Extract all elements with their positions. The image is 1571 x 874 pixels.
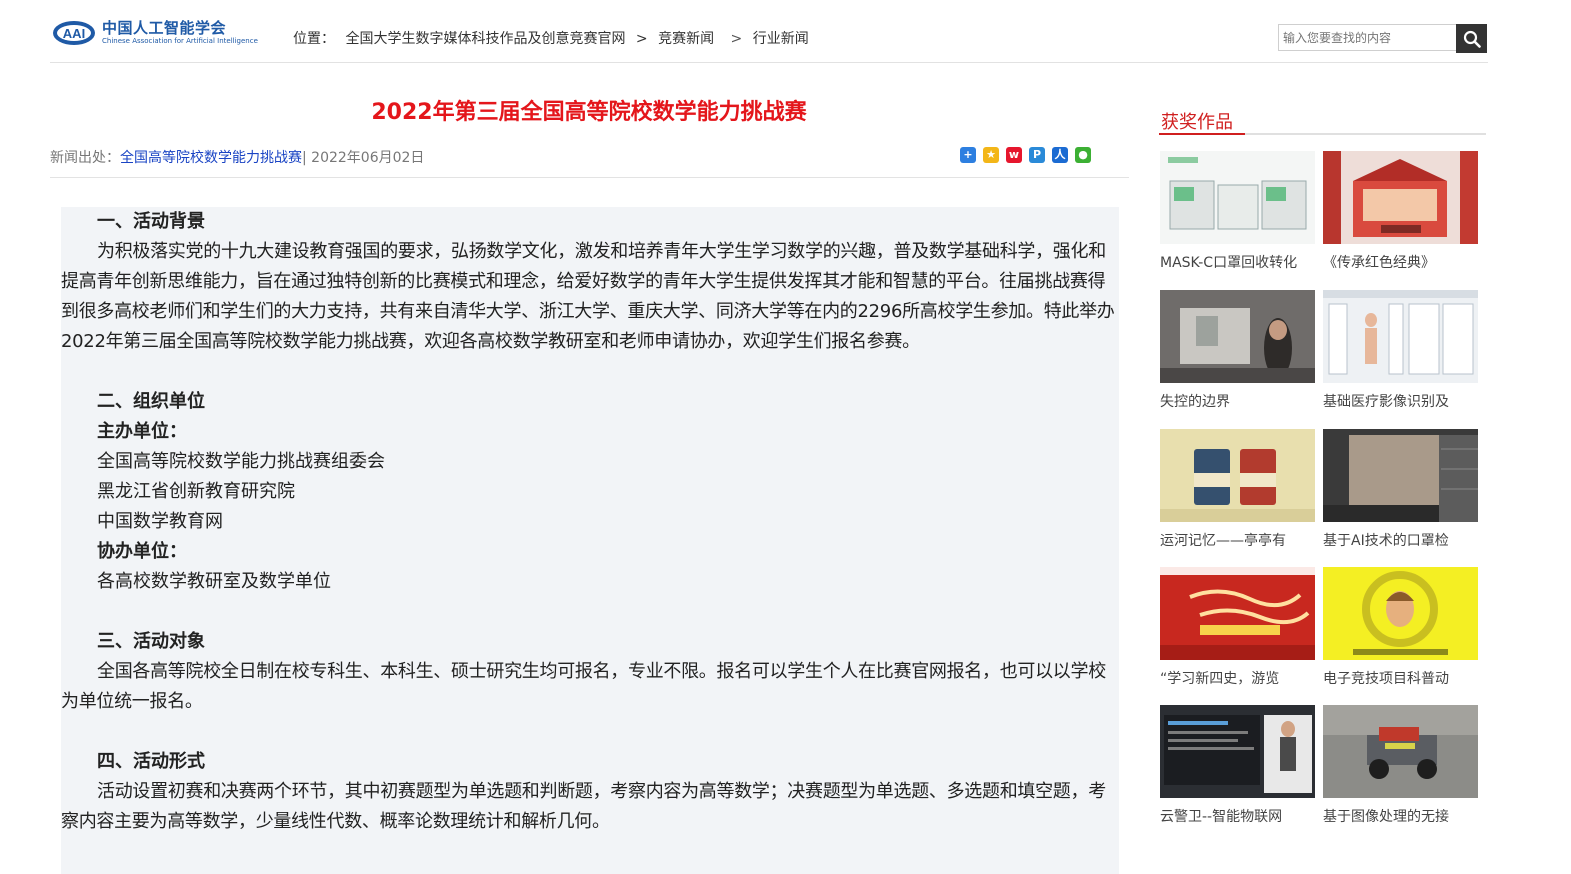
section-heading: 二、组织单位 (97, 391, 205, 412)
award-item[interactable]: 运河记忆——亭亭有 (1160, 429, 1316, 550)
breadcrumb-link-home[interactable]: 全国大学生数字媒体科技作品及创意竞赛官网 (345, 31, 625, 47)
sidebar-title: 获奖作品 (1159, 108, 1486, 135)
award-caption[interactable]: 基础医疗影像识别及 (1323, 391, 1479, 411)
qzone-icon[interactable]: ★ (983, 147, 999, 163)
host-org: 中国数学教育网 (97, 511, 223, 532)
award-caption[interactable]: 运河记忆——亭亭有 (1160, 530, 1316, 550)
logo-english-name: Chinese Association for Artificial Intel… (102, 37, 258, 45)
source-link[interactable]: 全国高等院校数学能力挑战赛 (120, 150, 302, 166)
breadcrumb-link-industry[interactable]: 行业新闻 (753, 31, 809, 47)
award-thumbnail[interactable] (1323, 567, 1478, 660)
award-thumbnail[interactable] (1323, 290, 1478, 383)
wechat-icon[interactable]: ● (1075, 147, 1091, 163)
award-thumbnail[interactable] (1160, 151, 1315, 244)
weibo-icon[interactable]: w (1006, 147, 1022, 163)
award-item[interactable]: MASK-C口罩回收转化 (1160, 151, 1316, 272)
caai-logo-icon: AAI (53, 21, 95, 45)
svg-text:AAI: AAI (63, 26, 85, 41)
award-item[interactable]: 云警卫--智能物联网 (1160, 705, 1316, 826)
award-item[interactable]: 失控的边界 (1160, 290, 1316, 411)
co-host-org: 各高校数学教研室及数学单位 (97, 571, 331, 592)
award-thumbnail[interactable] (1323, 705, 1478, 798)
source-label: 新闻出处： (50, 150, 120, 166)
award-thumbnail[interactable] (1323, 151, 1478, 244)
award-caption[interactable]: MASK-C口罩回收转化 (1160, 252, 1316, 272)
award-caption[interactable]: 《传承红色经典》 (1323, 252, 1479, 272)
award-caption[interactable]: “学习新四史，游览 (1160, 668, 1316, 688)
section-heading: 一、活动背景 (97, 211, 205, 232)
pinterest-icon[interactable]: P (1029, 147, 1045, 163)
section-heading: 三、活动对象 (97, 631, 205, 652)
breadcrumb-separator: > (730, 31, 743, 47)
breadcrumb: 位置： 全国大学生数字媒体科技作品及创意竞赛官网 > 竞赛新闻 > 行业新闻 (293, 28, 815, 48)
publish-date: | 2022年06月02日 (302, 150, 425, 166)
search-input[interactable] (1278, 24, 1456, 51)
section-paragraph: 全国各高等院校全日制在校专科生、本科生、硕士研究生均可报名，专业不限。报名可以学… (61, 661, 1106, 712)
sidebar-title-text: 获奖作品 (1159, 108, 1245, 135)
breadcrumb-separator: > (635, 31, 648, 47)
award-caption[interactable]: 电子竞技项目科普动 (1323, 668, 1479, 688)
co-host-label: 协办单位： (97, 541, 187, 562)
award-thumbnail[interactable] (1160, 705, 1315, 798)
award-item[interactable]: 电子竞技项目科普动 (1323, 567, 1479, 688)
search-icon (1463, 30, 1481, 48)
breadcrumb-label: 位置： (293, 31, 335, 47)
award-item[interactable]: 基础医疗影像识别及 (1323, 290, 1479, 411)
award-caption[interactable]: 失控的边界 (1160, 391, 1316, 411)
award-item[interactable]: 基于AI技术的口罩检 (1323, 429, 1479, 550)
award-caption[interactable]: 云警卫--智能物联网 (1160, 806, 1316, 826)
search-button[interactable] (1456, 24, 1487, 53)
share-bar: + ★ w P 人 ● (960, 147, 1091, 163)
host-org: 黑龙江省创新教育研究院 (97, 481, 295, 502)
article-meta: 新闻出处：全国高等院校数学能力挑战赛| 2022年06月02日 + ★ w P … (50, 147, 1129, 178)
article-body: 一、活动背景 为积极落实党的十九大建设教育强国的要求，弘扬数学文化，激发和培养青… (61, 207, 1119, 874)
award-thumbnail[interactable] (1160, 429, 1315, 522)
award-item[interactable]: 基于图像处理的无接 (1323, 705, 1479, 826)
article-title: 2022年第三届全国高等院校数学能力挑战赛 (371, 100, 807, 125)
host-label: 主办单位： (97, 421, 187, 442)
section-paragraph: 活动设置初赛和决赛两个环节，其中初赛题型为单选题和判断题，考察内容为高等数学；决… (61, 781, 1106, 832)
section-heading: 四、活动形式 (97, 751, 205, 772)
caai-logo[interactable]: AAI 中国人工智能学会 Chinese Association for Art… (52, 19, 258, 47)
award-item[interactable]: 《传承红色经典》 (1323, 151, 1479, 272)
section-paragraph: 为积极落实党的十九大建设教育强国的要求，弘扬数学文化，激发和培养青年大学生学习数… (61, 241, 1115, 352)
renren-icon[interactable]: 人 (1052, 147, 1068, 163)
award-caption[interactable]: 基于AI技术的口罩检 (1323, 530, 1479, 550)
award-thumbnail[interactable] (1160, 567, 1315, 660)
award-caption[interactable]: 基于图像处理的无接 (1323, 806, 1479, 826)
share-plus-icon[interactable]: + (960, 147, 976, 163)
site-header: AAI 中国人工智能学会 Chinese Association for Art… (50, 0, 1488, 63)
host-org: 全国高等院校数学能力挑战赛组委会 (97, 451, 385, 472)
award-thumbnail[interactable] (1160, 290, 1315, 383)
logo-chinese-name: 中国人工智能学会 (102, 19, 227, 37)
breadcrumb-link-news[interactable]: 竞赛新闻 (658, 31, 714, 47)
award-item[interactable]: “学习新四史，游览 (1160, 567, 1316, 688)
award-thumbnail[interactable] (1323, 429, 1478, 522)
